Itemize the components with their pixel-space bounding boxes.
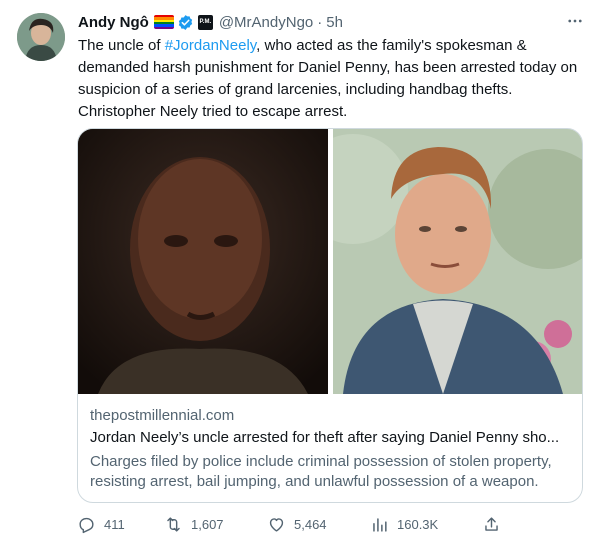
reply-button[interactable]: 411 [77, 514, 125, 534]
like-count: 5,464 [294, 516, 327, 532]
repost-button[interactable]: 1,607 [164, 514, 224, 534]
reply-icon [79, 517, 94, 533]
display-name[interactable]: Andy Ngô [78, 14, 149, 31]
verified-badge-icon[interactable] [177, 14, 194, 31]
repost-count: 1,607 [191, 516, 224, 532]
tweet[interactable]: Andy Ngô P.M. @MrAndyNgo · 5h The uncle … [0, 0, 598, 546]
rainbow-flag-icon [153, 15, 174, 29]
card-description: Charges filed by police include criminal… [90, 453, 552, 490]
share-icon [485, 516, 498, 531]
views-button[interactable]: 160.3K [370, 514, 438, 534]
hashtag-link[interactable]: #JordanNeely [165, 37, 256, 54]
view-count: 160.3K [397, 516, 439, 532]
tweet-text-before: The uncle of [78, 37, 165, 54]
analytics-icon [373, 517, 387, 532]
separator-dot: · [317, 13, 323, 31]
card-image-right [333, 129, 582, 394]
heart-icon [269, 517, 284, 532]
like-button[interactable]: 5,464 [267, 514, 327, 534]
repost-icon [167, 516, 180, 532]
more-options-icon[interactable] [565, 11, 585, 31]
card-title[interactable]: Jordan Neely’s uncle arrested for theft … [90, 429, 572, 446]
share-button[interactable] [482, 514, 501, 534]
avatar-image [17, 13, 65, 61]
handle[interactable]: @MrAndyNgo [219, 14, 313, 31]
card-domain: thepostmillennial.com [90, 407, 235, 424]
timestamp[interactable]: 5h [326, 14, 343, 31]
link-card[interactable]: thepostmillennial.com Jordan Neely’s unc… [77, 128, 583, 503]
action-bar: 411 1,607 5,464 160.3K [77, 514, 587, 534]
avatar[interactable] [17, 13, 65, 61]
tweet-header: Andy Ngô P.M. @MrAndyNgo · 5h [78, 12, 343, 32]
reply-count: 411 [104, 516, 125, 532]
tweet-text: The uncle of #JordanNeely, who acted as … [78, 35, 578, 123]
card-image-left [78, 129, 328, 394]
affiliate-badge[interactable]: P.M. [197, 14, 213, 30]
